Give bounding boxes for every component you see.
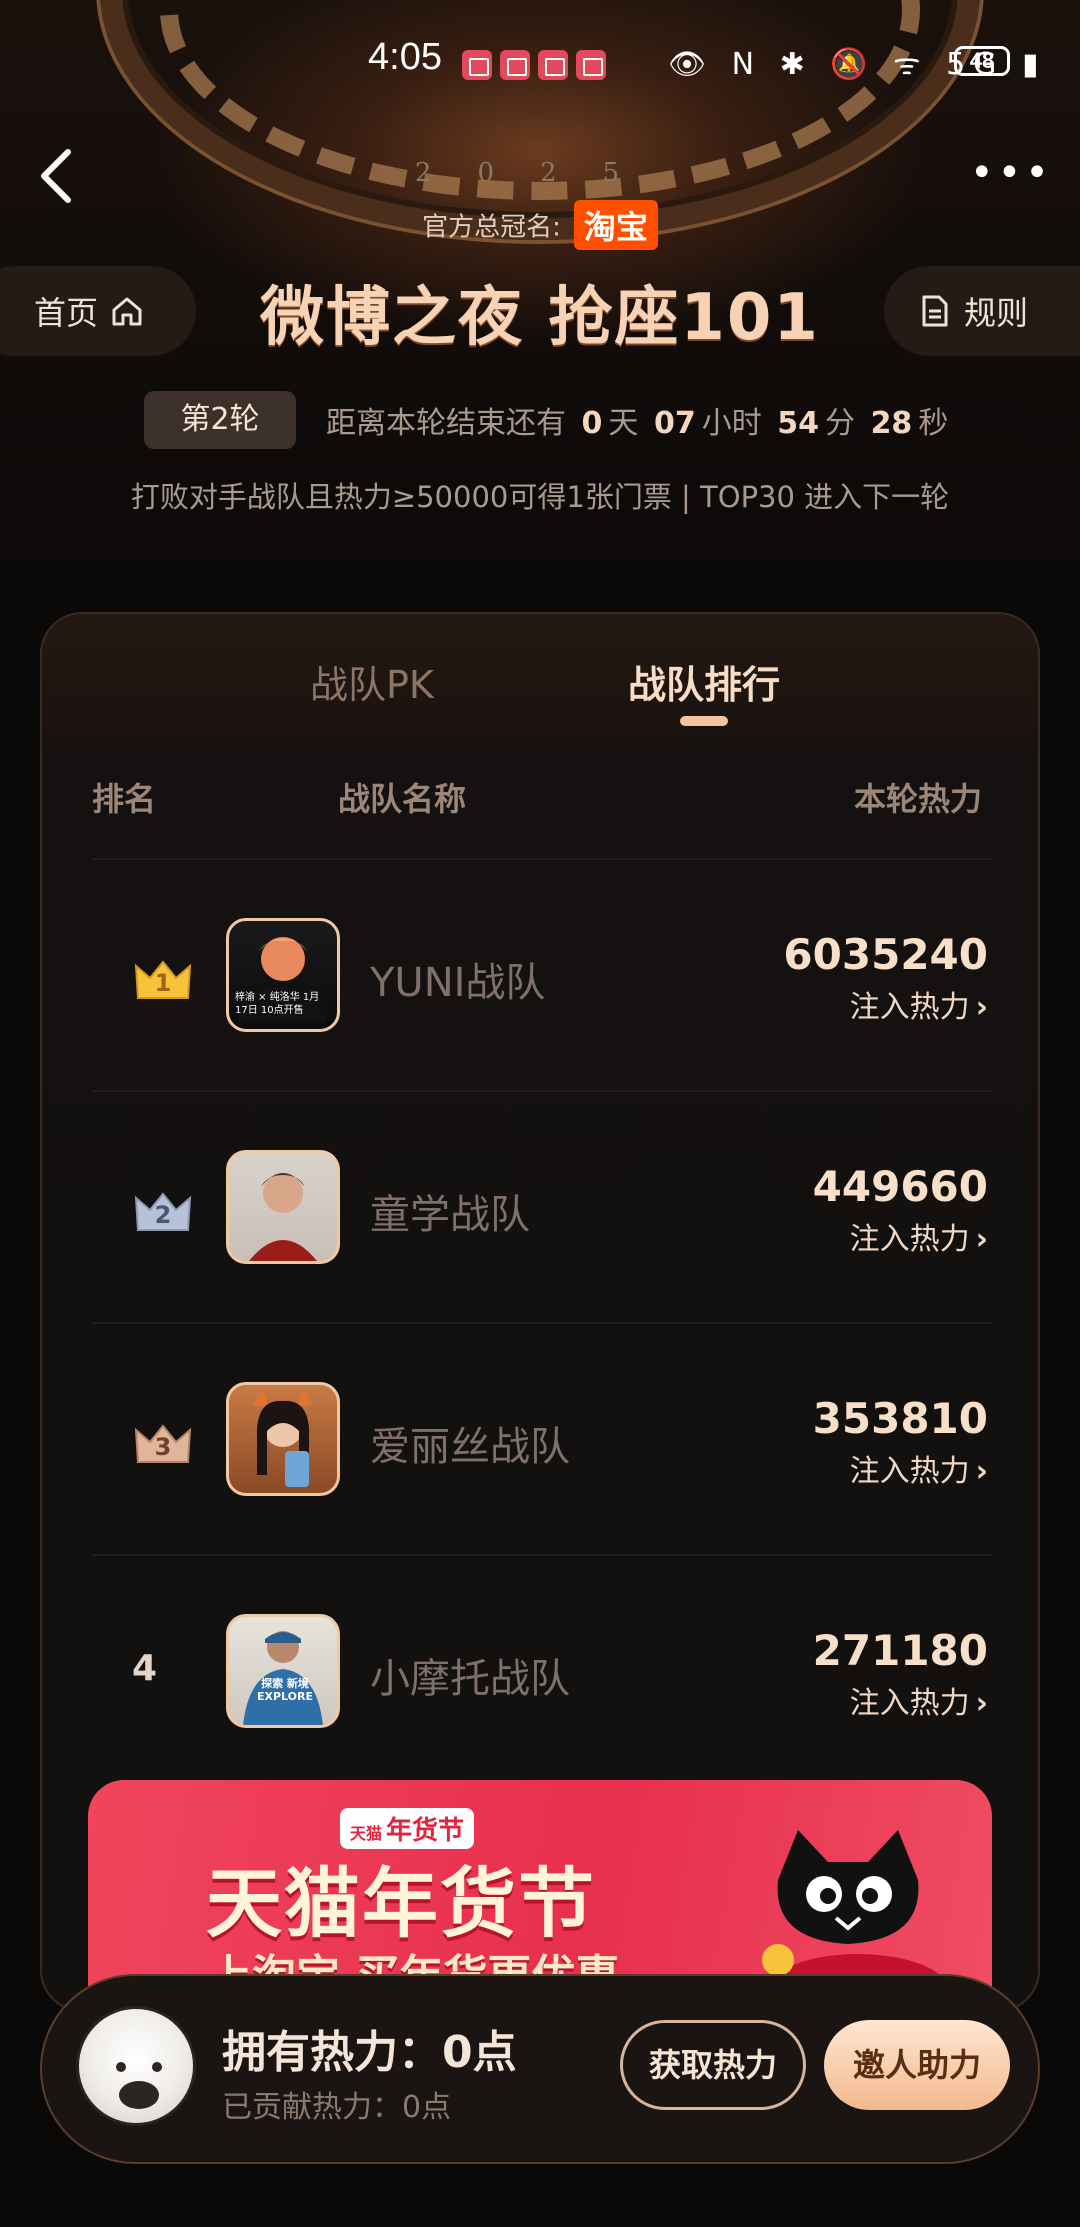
inject-heat-label: 注入热力 — [849, 990, 970, 1025]
book-notification-icon — [462, 50, 492, 80]
team-heat-value: 271180 — [812, 1626, 988, 1675]
countdown-minutes: 54 — [777, 406, 820, 441]
countdown-hours: 07 — [653, 406, 696, 441]
round-badge: 第2轮 — [144, 391, 296, 449]
rules-label: 规则 — [964, 294, 1029, 332]
banner-tag-brand: 天猫 — [350, 1824, 383, 1843]
team-name: 童学战队 — [370, 1192, 530, 1238]
team-avatar[interactable] — [226, 1382, 340, 1496]
chevron-right-icon: › — [975, 1454, 988, 1489]
year-decoration: 2025 — [414, 158, 666, 188]
countdown-prefix: 距离本轮结束还有 — [326, 406, 566, 441]
chevron-right-icon: › — [975, 1686, 988, 1721]
taobao-logo: 淘宝 — [573, 200, 658, 250]
team-name: 小摩托战队 — [370, 1656, 570, 1702]
more-options-button[interactable]: ••• — [970, 150, 1053, 196]
countdown-days: 0 — [581, 406, 603, 441]
bottom-action-bar: 拥有热力：0点 已贡献热力：0点 获取热力 邀人助力 — [40, 1974, 1040, 2164]
team-heat-value: 353810 — [812, 1394, 988, 1443]
column-header-rank: 排名 — [92, 780, 157, 818]
inject-heat-link[interactable]: 注入热力 › — [850, 1678, 988, 1722]
table-row[interactable]: 3 爱丽丝战队 353810 注入热力 › — [92, 1322, 992, 1554]
round-info: 第2轮 距离本轮结束还有 0天 07 小时 54 分 28 秒 — [144, 390, 948, 450]
column-header-heat: 本轮热力 — [853, 780, 982, 818]
table-row[interactable]: 1 梓渝 × 纯洛华 1月17日 10点开售 YUNI战队 6035240 注入… — [92, 858, 992, 1090]
team-name: YUNI战队 — [370, 960, 546, 1006]
team-heat-value: 449660 — [812, 1162, 988, 1211]
chevron-right-icon: › — [975, 990, 988, 1025]
book-notification-icon — [538, 50, 568, 80]
countdown-timer: 距离本轮结束还有 0天 07 小时 54 分 28 秒 — [326, 398, 948, 442]
countdown-seconds-unit: 秒 — [918, 406, 949, 441]
table-row[interactable]: 2 童学战队 449660 注入热力 › — [92, 1090, 992, 1322]
status-bar: 4:05 👁 N ✱ 🔕 ᯤ 5G ▮ 48 — [0, 36, 1080, 92]
column-header-team-name: 战队名称 — [338, 780, 467, 818]
inject-heat-label: 注入热力 — [849, 1222, 970, 1257]
countdown-hours-unit: 小时 — [701, 406, 762, 441]
inject-heat-link[interactable]: 注入热力 › — [850, 1214, 988, 1258]
tab-team-ranking[interactable]: 战队排行 — [628, 654, 780, 709]
avatar-caption: 梓渝 × 纯洛华 1月17日 10点开售 — [235, 992, 320, 1016]
inject-heat-link[interactable]: 注入热力 › — [850, 1446, 988, 1490]
inject-heat-label: 注入热力 — [849, 1454, 970, 1489]
rank-number: 2 — [154, 1201, 172, 1229]
team-heat-value: 6035240 — [783, 930, 988, 979]
chevron-left-icon — [41, 149, 71, 203]
tab-team-pk[interactable]: 战队PK — [310, 654, 434, 709]
countdown-seconds: 28 — [870, 406, 913, 441]
owned-heat: 拥有热力：0点 — [222, 2027, 517, 2078]
banner-title: 天猫年货节 — [206, 1859, 596, 1948]
back-button[interactable] — [38, 146, 78, 206]
active-tab-indicator — [680, 716, 728, 726]
inject-heat-label: 注入热力 — [849, 1686, 970, 1721]
gold-crown-icon: 1 — [134, 958, 192, 1000]
status-time: 4:05 — [368, 36, 442, 78]
rules-button[interactable]: 规则 — [884, 266, 1080, 356]
document-icon — [922, 295, 948, 327]
bronze-crown-icon: 3 — [134, 1422, 192, 1464]
book-notification-icon — [500, 50, 530, 80]
sponsor-line: 官方总冠名: 淘宝 — [0, 200, 1080, 250]
team-avatar[interactable]: 梓渝 × 纯洛华 1月17日 10点开售 — [226, 918, 340, 1032]
rank-number: 1 — [154, 969, 172, 997]
silver-crown-icon: 2 — [134, 1190, 192, 1232]
rank-number: 3 — [154, 1433, 172, 1461]
rule-description: 打败对手战队且热力≥50000可得1张门票 | TOP30 进入下一轮 — [130, 480, 950, 514]
user-avatar[interactable] — [76, 2006, 196, 2126]
countdown-days-unit: 天 — [608, 406, 639, 441]
sponsor-label: 官方总冠名: — [422, 212, 561, 243]
contributed-heat: 已贡献热力：0点 — [222, 2090, 452, 2125]
table-row[interactable]: 4 探索 新境 EXPLORE 小摩托战队 271180 注入热力 › — [92, 1554, 992, 1786]
battery-icon: 48 — [954, 46, 1010, 76]
inject-heat-link[interactable]: 注入热力 › — [850, 982, 988, 1026]
tab-bar: 战队PK 战队排行 — [42, 614, 1042, 742]
invite-help-button[interactable]: 邀人助力 — [824, 2020, 1010, 2110]
chevron-right-icon: › — [975, 1222, 988, 1257]
team-avatar[interactable] — [226, 1150, 340, 1264]
countdown-minutes-unit: 分 — [825, 406, 856, 441]
rank-number: 4 — [132, 1648, 158, 1689]
book-notification-icon — [576, 50, 606, 80]
team-avatar[interactable]: 探索 新境 EXPLORE — [226, 1614, 340, 1728]
team-name: 爱丽丝战队 — [370, 1424, 570, 1470]
get-heat-button[interactable]: 获取热力 — [620, 2020, 806, 2110]
avatar-caption: 探索 新境 EXPLORE — [257, 1677, 314, 1703]
